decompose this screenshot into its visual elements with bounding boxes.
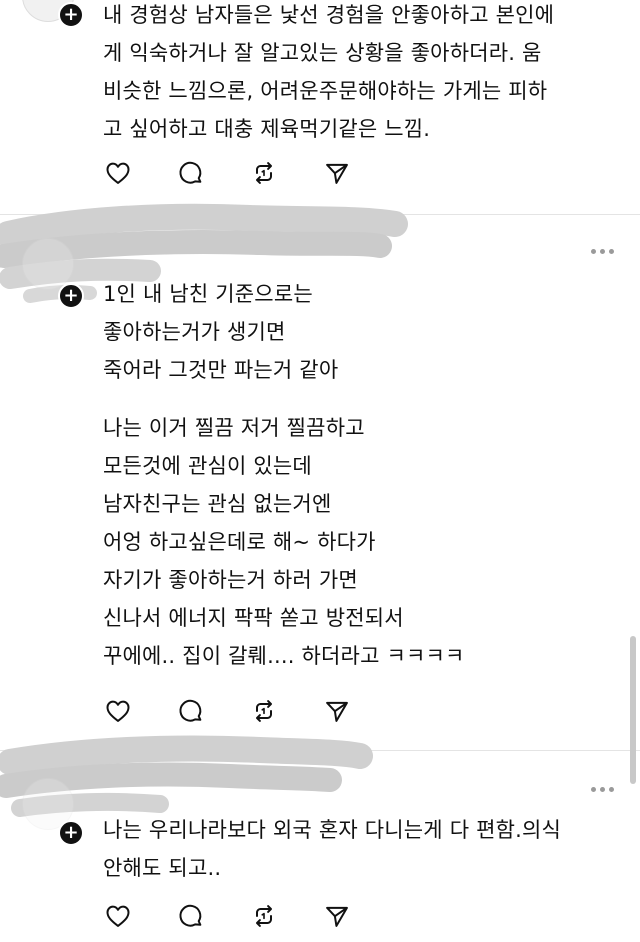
more-dot — [600, 249, 605, 254]
more-options-button[interactable] — [591, 249, 614, 254]
more-options-button[interactable] — [591, 787, 614, 792]
follow-plus-button[interactable]: + — [58, 820, 84, 846]
heart-icon — [106, 905, 130, 927]
divider — [0, 750, 640, 751]
repost-button[interactable] — [249, 158, 279, 188]
post-line: 신나서 에너지 팍팍 쏟고 방전되서 — [103, 606, 404, 630]
like-button[interactable] — [103, 901, 133, 931]
post-line: 비슷한 느낌으론, 어려운주문해야하는 가게는 피하 — [103, 79, 548, 103]
post-line: 죽어라 그것만 파는거 같아 — [103, 358, 339, 382]
share-icon — [326, 701, 348, 722]
like-button[interactable] — [103, 696, 133, 726]
post-line: 남자친구는 관심 없는거엔 — [103, 492, 332, 516]
post-text: 1인 내 남친 기준으로는 좋아하는거가 생기면 죽어라 그것만 파는거 같아 … — [103, 275, 623, 675]
post-actions — [103, 901, 395, 931]
heart-icon — [106, 162, 130, 184]
post-line: 안해도 되고.. — [103, 856, 222, 880]
comment-icon — [179, 161, 202, 184]
share-icon — [326, 906, 348, 927]
post-line: 어엉 하고싶은데로 해~ 하다가 — [103, 530, 376, 554]
post-line: 꾸에에.. 집이 갈뤠.... 하더라고 ㅋㅋㅋㅋ — [103, 644, 465, 668]
post-line: 나는 우리나라보다 외국 혼자 다니는게 다 편함.의식 — [103, 818, 562, 842]
divider — [0, 214, 640, 215]
share-button[interactable] — [322, 158, 352, 188]
post-actions — [103, 158, 395, 188]
post-line: 게 익숙하거나 잘 알고있는 상황을 좋아하더라. 움 — [103, 41, 542, 65]
share-icon — [326, 163, 348, 184]
share-button[interactable] — [322, 696, 352, 726]
more-dot — [591, 787, 596, 792]
repost-icon — [256, 905, 272, 927]
comment-button[interactable] — [176, 158, 206, 188]
post-line: 좋아하는거가 생기면 — [103, 320, 286, 344]
repost-button[interactable] — [249, 696, 279, 726]
heart-icon — [106, 700, 130, 722]
post-line: 고 싶어하고 대충 제육먹기같은 느낌. — [103, 117, 431, 141]
post-text: 나는 우리나라보다 외국 혼자 다니는게 다 편함.의식 안해도 되고.. — [103, 811, 623, 887]
repost-icon — [256, 162, 272, 184]
more-dot — [591, 249, 596, 254]
post-line: 나는 이거 찔끔 저거 찔끔하고 — [103, 416, 365, 440]
share-button[interactable] — [322, 901, 352, 931]
post-line: 자기가 좋아하는거 하러 가면 — [103, 568, 358, 592]
comment-icon — [179, 904, 202, 927]
more-dot — [600, 787, 605, 792]
follow-plus-button[interactable]: + — [58, 2, 84, 28]
more-dot — [609, 787, 614, 792]
post-line: 모든것에 관심이 있는데 — [103, 454, 312, 478]
repost-icon — [256, 700, 272, 722]
avatar[interactable] — [22, 238, 74, 290]
post-line: 1인 내 남친 기준으로는 — [103, 282, 313, 306]
more-dot — [609, 249, 614, 254]
post-text: 내 경험상 남자들은 낯선 경험을 안좋아하고 본인에 게 익숙하거나 잘 알고… — [103, 0, 623, 148]
follow-plus-button[interactable]: + — [58, 283, 84, 309]
repost-button[interactable] — [249, 901, 279, 931]
post-line: 내 경험상 남자들은 낯선 경험을 안좋아하고 본인에 — [103, 3, 555, 27]
scrollbar[interactable] — [630, 636, 636, 784]
comment-button[interactable] — [176, 901, 206, 931]
comment-icon — [179, 699, 202, 722]
like-button[interactable] — [103, 158, 133, 188]
post-actions — [103, 696, 395, 726]
comment-button[interactable] — [176, 696, 206, 726]
